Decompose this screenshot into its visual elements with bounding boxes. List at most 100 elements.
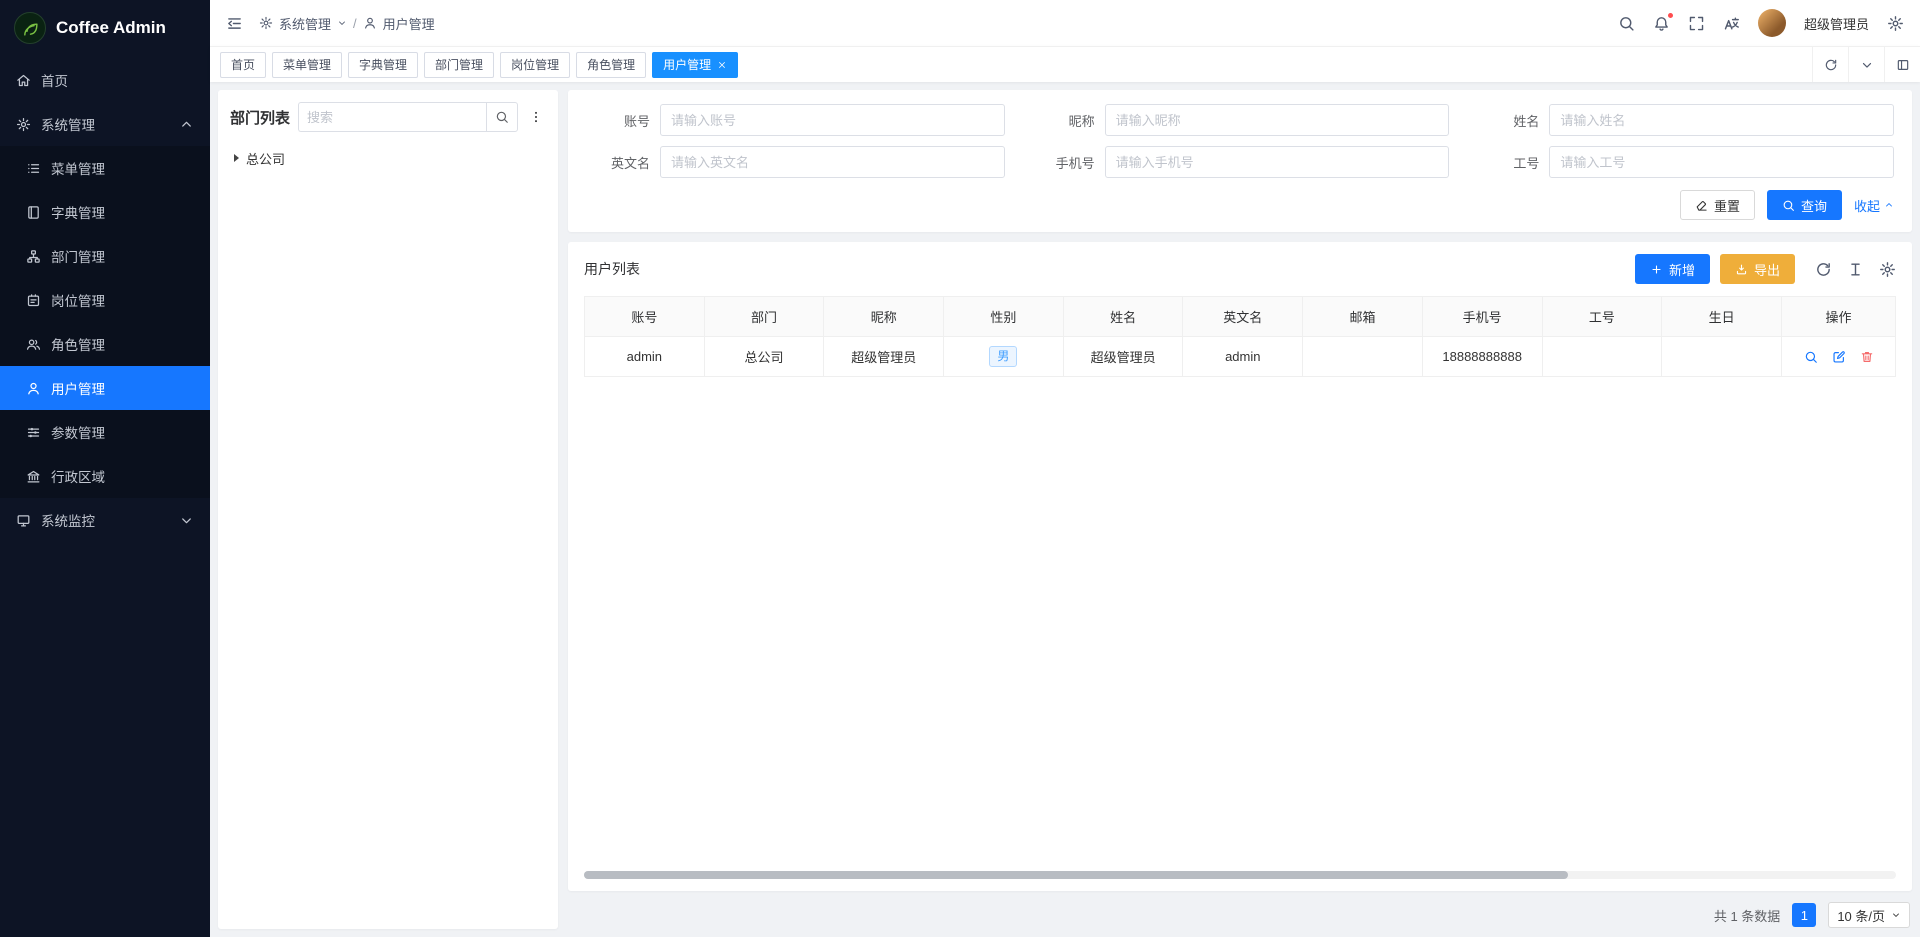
user-list-card: 用户列表 新增 导出	[568, 242, 1912, 891]
sidebar-item-label: 系统管理	[41, 114, 95, 134]
fullscreen-button[interactable]	[1688, 15, 1705, 32]
delete-row-button[interactable]	[1859, 349, 1875, 365]
account-input[interactable]	[660, 104, 1005, 136]
search-icon	[1804, 350, 1818, 364]
department-search-button[interactable]	[486, 102, 518, 132]
breadcrumb-separator: /	[353, 16, 357, 31]
sidebar-item-system[interactable]: 系统管理	[0, 102, 210, 146]
tab-label: 部门管理	[435, 56, 483, 73]
reset-button[interactable]: 重置	[1680, 190, 1755, 220]
nickname-input[interactable]	[1105, 104, 1450, 136]
app-title: Coffee Admin	[56, 18, 166, 38]
export-button[interactable]: 导出	[1720, 254, 1795, 284]
sidebar-item-home[interactable]: 首页	[0, 58, 210, 102]
field-label: 英文名	[586, 153, 650, 172]
leaf-logo-icon	[14, 12, 46, 44]
sidebar-item-dept-mgmt[interactable]: 部门管理	[0, 234, 210, 278]
user-name[interactable]: 超级管理员	[1804, 14, 1869, 33]
phone-input[interactable]	[1105, 146, 1450, 178]
collapse-filter-button[interactable]: 收起	[1854, 196, 1894, 215]
sidebar-item-param-mgmt[interactable]: 参数管理	[0, 410, 210, 454]
tab-dict-mgmt[interactable]: 字典管理	[348, 52, 418, 78]
cell-name: 超级管理员	[1063, 337, 1183, 377]
sidebar-item-post-mgmt[interactable]: 岗位管理	[0, 278, 210, 322]
gear-icon	[16, 117, 31, 132]
name-input[interactable]	[1549, 104, 1894, 136]
column-header-phone: 手机号	[1422, 297, 1542, 337]
query-button[interactable]: 查询	[1767, 190, 1842, 220]
tab-menu-mgmt[interactable]: 菜单管理	[272, 52, 342, 78]
horizontal-scrollbar-thumb[interactable]	[584, 871, 1568, 879]
department-search-input[interactable]	[298, 102, 486, 132]
sidebar-item-user-mgmt[interactable]: 用户管理	[0, 366, 210, 410]
refresh-icon	[1824, 58, 1838, 72]
sidebar-item-role-mgmt[interactable]: 角色管理	[0, 322, 210, 366]
field-nickname: 昵称	[1031, 104, 1450, 136]
sidebar-item-monitor[interactable]: 系统监控	[0, 498, 210, 542]
sidebar-item-menu-mgmt[interactable]: 菜单管理	[0, 146, 210, 190]
tree-caret-icon[interactable]	[234, 154, 239, 162]
column-header-email: 邮箱	[1303, 297, 1423, 337]
tabbar: 首页 菜单管理 字典管理 部门管理 岗位管理 角色管理 用户管理	[210, 46, 1920, 82]
horizontal-scrollbar	[584, 871, 1896, 879]
list-icon	[26, 161, 41, 176]
tab-role-mgmt[interactable]: 角色管理	[576, 52, 646, 78]
column-header-nickname: 昵称	[824, 297, 944, 337]
tab-menu-dropdown-button[interactable]	[1848, 47, 1884, 82]
add-user-button[interactable]: 新增	[1635, 254, 1710, 284]
gear-icon	[1879, 261, 1896, 278]
page-size-value: 10 条/页	[1837, 906, 1885, 925]
work-no-input[interactable]	[1549, 146, 1894, 178]
page-size-select[interactable]: 10 条/页	[1828, 902, 1910, 928]
topbar: 系统管理 / 用户管理	[210, 0, 1920, 46]
user-mgmt-main: 账号 昵称 姓名 英文名	[568, 90, 1912, 929]
tab-user-mgmt[interactable]: 用户管理	[652, 52, 738, 78]
language-button[interactable]	[1723, 15, 1740, 32]
breadcrumb-item-system[interactable]: 系统管理	[279, 14, 331, 33]
edit-row-button[interactable]	[1831, 349, 1847, 365]
view-row-button[interactable]	[1803, 349, 1819, 365]
field-label: 姓名	[1475, 111, 1539, 130]
sidebar-item-label: 角色管理	[51, 334, 105, 354]
app-logo[interactable]: Coffee Admin	[0, 0, 210, 56]
table-density-button[interactable]	[1847, 261, 1864, 278]
field-phone: 手机号	[1031, 146, 1450, 178]
tab-close-button[interactable]	[717, 60, 727, 70]
user-avatar[interactable]	[1758, 9, 1786, 37]
team-icon	[26, 337, 41, 352]
sidebar-item-label: 首页	[41, 70, 68, 90]
sidebar-item-region[interactable]: 行政区域	[0, 454, 210, 498]
cell-en-name: admin	[1183, 337, 1303, 377]
chevron-up-icon	[1884, 200, 1894, 210]
tab-label: 菜单管理	[283, 56, 331, 73]
density-icon	[1847, 261, 1864, 278]
sidebar-collapse-button[interactable]	[226, 15, 243, 32]
table-settings-button[interactable]	[1879, 261, 1896, 278]
notification-dot	[1667, 12, 1674, 19]
sidebar-menu: 首页 系统管理 菜单管理 字典管理 部门管理	[0, 56, 210, 542]
page-button-1[interactable]: 1	[1792, 903, 1816, 927]
en-name-input[interactable]	[660, 146, 1005, 178]
field-label: 昵称	[1031, 111, 1095, 130]
gender-tag: 男	[989, 346, 1017, 367]
notifications-button[interactable]	[1653, 15, 1670, 32]
edit-icon	[1832, 350, 1846, 364]
close-icon	[717, 60, 727, 70]
tab-post-mgmt[interactable]: 岗位管理	[500, 52, 570, 78]
layout-icon	[1896, 58, 1910, 72]
tab-home[interactable]: 首页	[220, 52, 266, 78]
layout-toggle-button[interactable]	[1884, 47, 1920, 82]
menu-fold-icon	[226, 15, 243, 32]
table-row[interactable]: admin 总公司 超级管理员 男 超级管理员 admin 1888888888…	[585, 337, 1896, 377]
tree-item-head-office[interactable]: 总公司	[230, 144, 546, 172]
department-more-button[interactable]	[526, 102, 546, 132]
settings-button[interactable]	[1887, 15, 1904, 32]
tab-refresh-button[interactable]	[1812, 47, 1848, 82]
add-button-label: 新增	[1669, 260, 1695, 279]
cell-actions	[1782, 337, 1896, 377]
tab-dept-mgmt[interactable]: 部门管理	[424, 52, 494, 78]
table-refresh-button[interactable]	[1815, 261, 1832, 278]
badge-icon	[26, 293, 41, 308]
sidebar-item-dict-mgmt[interactable]: 字典管理	[0, 190, 210, 234]
global-search-button[interactable]	[1618, 15, 1635, 32]
